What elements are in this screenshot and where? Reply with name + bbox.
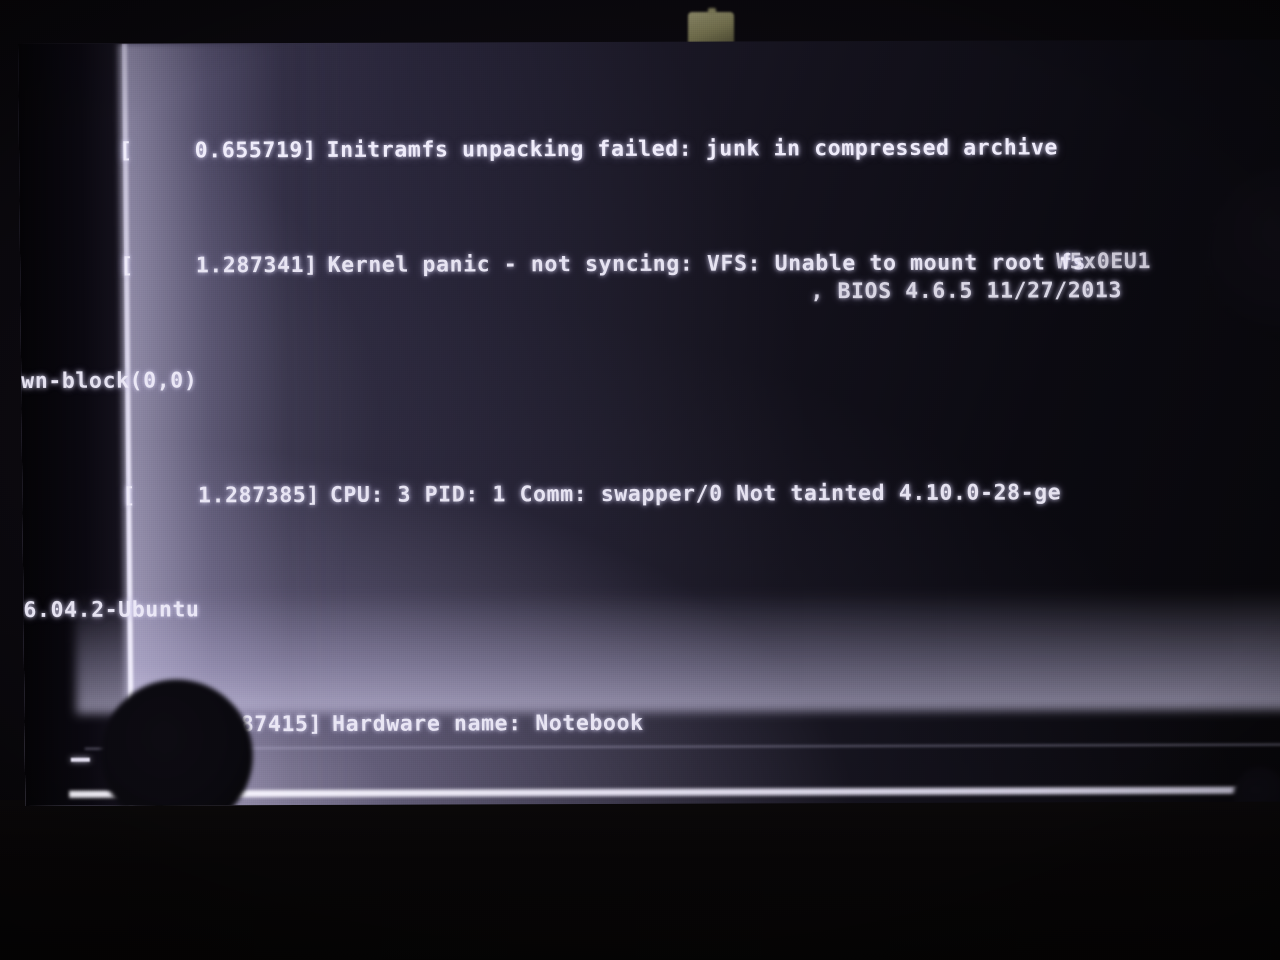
- desk-surface: [0, 800, 1280, 960]
- console-text: Hardware name: Notebook: [331, 710, 644, 737]
- console-line: [0.655719] Initramfs unpacking failed: ju…: [19, 134, 1280, 167]
- laptop-screen: [0.655719] Initramfs unpacking failed: ju…: [18, 39, 1280, 806]
- console-line-wrapped: 6.04.2-Ubuntu: [23, 593, 1280, 626]
- console-line: [1.287385] CPU: 3 PID: 1 Comm: swapper/0 …: [22, 478, 1280, 511]
- console-text: Kernel panic - not syncing: VFS: Unable …: [327, 250, 1087, 278]
- lcd-panel: [0.655719] Initramfs unpacking failed: ju…: [18, 39, 1280, 806]
- console-line-wrapped: wn-block(0,0): [21, 363, 1280, 396]
- console-timestamp: 0.655719]: [194, 138, 317, 164]
- screen-bezel-sticker-icon: [688, 12, 734, 45]
- console-timestamp: 1.287385]: [197, 482, 321, 508]
- console-overflow-board-name: W5x0EU1: [1056, 249, 1152, 275]
- console-cursor: [70, 757, 90, 762]
- console-text: Initramfs unpacking failed: junk in comp…: [326, 135, 1059, 164]
- console-bracket: [: [120, 253, 134, 279]
- console-timestamp: 1.287341]: [195, 252, 318, 279]
- console-bracket: [: [118, 138, 133, 164]
- console-text: CPU: 3 PID: 1 Comm: swapper/0 Not tainte…: [329, 479, 1062, 508]
- console-text: 6.04.2-Ubuntu: [23, 597, 200, 624]
- console-text: wn-block(0,0): [21, 368, 198, 394]
- photo-background: [0.655719] Initramfs unpacking failed: ju…: [0, 0, 1280, 960]
- console-bracket: [: [122, 483, 137, 509]
- console-overflow-bios: , BIOS 4.6.5 11/27/2013: [810, 278, 1123, 305]
